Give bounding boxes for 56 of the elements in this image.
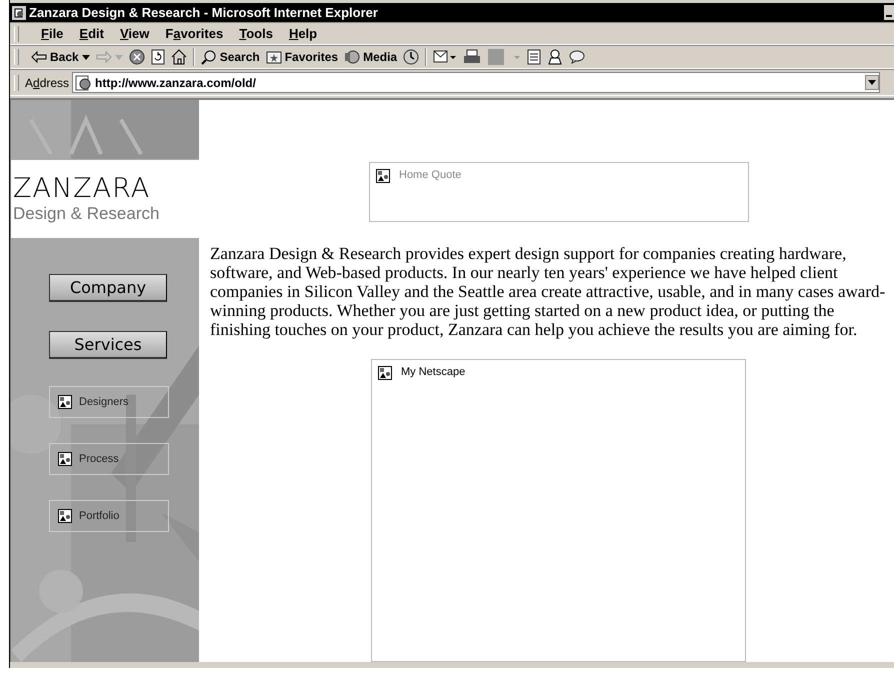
toolbar-button[interactable]: Back xyxy=(31,50,90,64)
toolbar-button[interactable] xyxy=(150,49,165,65)
alt-text: My Netscape xyxy=(401,366,466,378)
stop-icon xyxy=(128,49,145,65)
menu-item[interactable]: Tools xyxy=(239,26,273,41)
toolbar-button[interactable] xyxy=(527,49,542,65)
intro-paragraph: Zanzara Design & Research provides expert design support for companies creating hardware, software, and Web-based products. In our nearly ten years' experience we have helped client companies in Silicon Valley and the Seattle area create attractive, usable, and in many cases award-winning products. Whether you are just getting started on a new product idea, or putting the finishing touches on your product, Zanzara can help you achieve the results you are aiming for. xyxy=(210,244,886,339)
window-title: Zanzara Design & Research - Microsoft Internet Explorer xyxy=(29,5,379,20)
toolbar-button[interactable] xyxy=(128,49,145,65)
envelope-dropdown-icon xyxy=(433,49,458,65)
toolbar-button[interactable] xyxy=(569,50,586,64)
toolbar-button[interactable] xyxy=(433,49,458,65)
refresh-icon xyxy=(150,49,165,65)
toolbar-button[interactable]: Favorites xyxy=(266,50,338,64)
nav-button[interactable]: Company xyxy=(49,274,167,302)
toolbar-button[interactable]: Media xyxy=(344,49,398,65)
minimize-button[interactable] xyxy=(884,5,894,20)
forward-arrow-icon xyxy=(96,51,112,63)
toolbar-button[interactable]: Search xyxy=(200,49,260,65)
menu-item[interactable]: Help xyxy=(288,26,318,41)
alt-text: Home Quote xyxy=(399,169,462,181)
people-icon xyxy=(547,49,564,65)
speech-bubble-icon xyxy=(569,50,586,64)
nav-button[interactable]: Services xyxy=(49,331,167,359)
nav-image-link[interactable]: Designers xyxy=(49,386,169,418)
caret-icon xyxy=(868,80,876,85)
address-field[interactable]: http://www.zanzara.com/old/ xyxy=(72,72,880,93)
nav-image-link[interactable]: Process xyxy=(49,443,169,475)
menu-item[interactable]: View xyxy=(120,26,150,41)
broken-image-icon xyxy=(58,509,72,523)
toolbar-button[interactable] xyxy=(463,49,482,65)
broken-image-icon xyxy=(58,395,72,409)
address-label: Address xyxy=(25,76,70,90)
square-dropdown-icon xyxy=(487,48,522,66)
clock-icon xyxy=(403,49,420,65)
broken-image-icon xyxy=(378,366,392,380)
home-icon xyxy=(170,49,187,65)
nav-image-link[interactable]: Portfolio xyxy=(49,500,169,532)
menu-item[interactable]: Edit xyxy=(79,26,104,41)
broken-image-icon xyxy=(58,452,72,466)
logo-tagline: Design & Research xyxy=(13,204,160,224)
dropdown-button[interactable] xyxy=(865,75,879,90)
star-folder-icon xyxy=(266,50,282,64)
dropdown-arrow-icon xyxy=(114,54,123,60)
back-arrow-icon xyxy=(31,51,47,63)
logo-wordmark: ZANZARA xyxy=(13,174,152,202)
page-globe-icon xyxy=(75,74,92,90)
broken-image-icon xyxy=(376,169,390,183)
dropdown-arrow-icon xyxy=(82,54,90,60)
toolbar-button[interactable] xyxy=(170,49,187,65)
menu-item[interactable]: Favorites xyxy=(165,26,224,41)
toolbar-button[interactable] xyxy=(403,49,420,65)
toolbar-button[interactable] xyxy=(547,49,564,65)
printer-icon xyxy=(463,49,482,65)
document-icon xyxy=(527,49,542,65)
menu-item[interactable]: File xyxy=(41,26,64,41)
